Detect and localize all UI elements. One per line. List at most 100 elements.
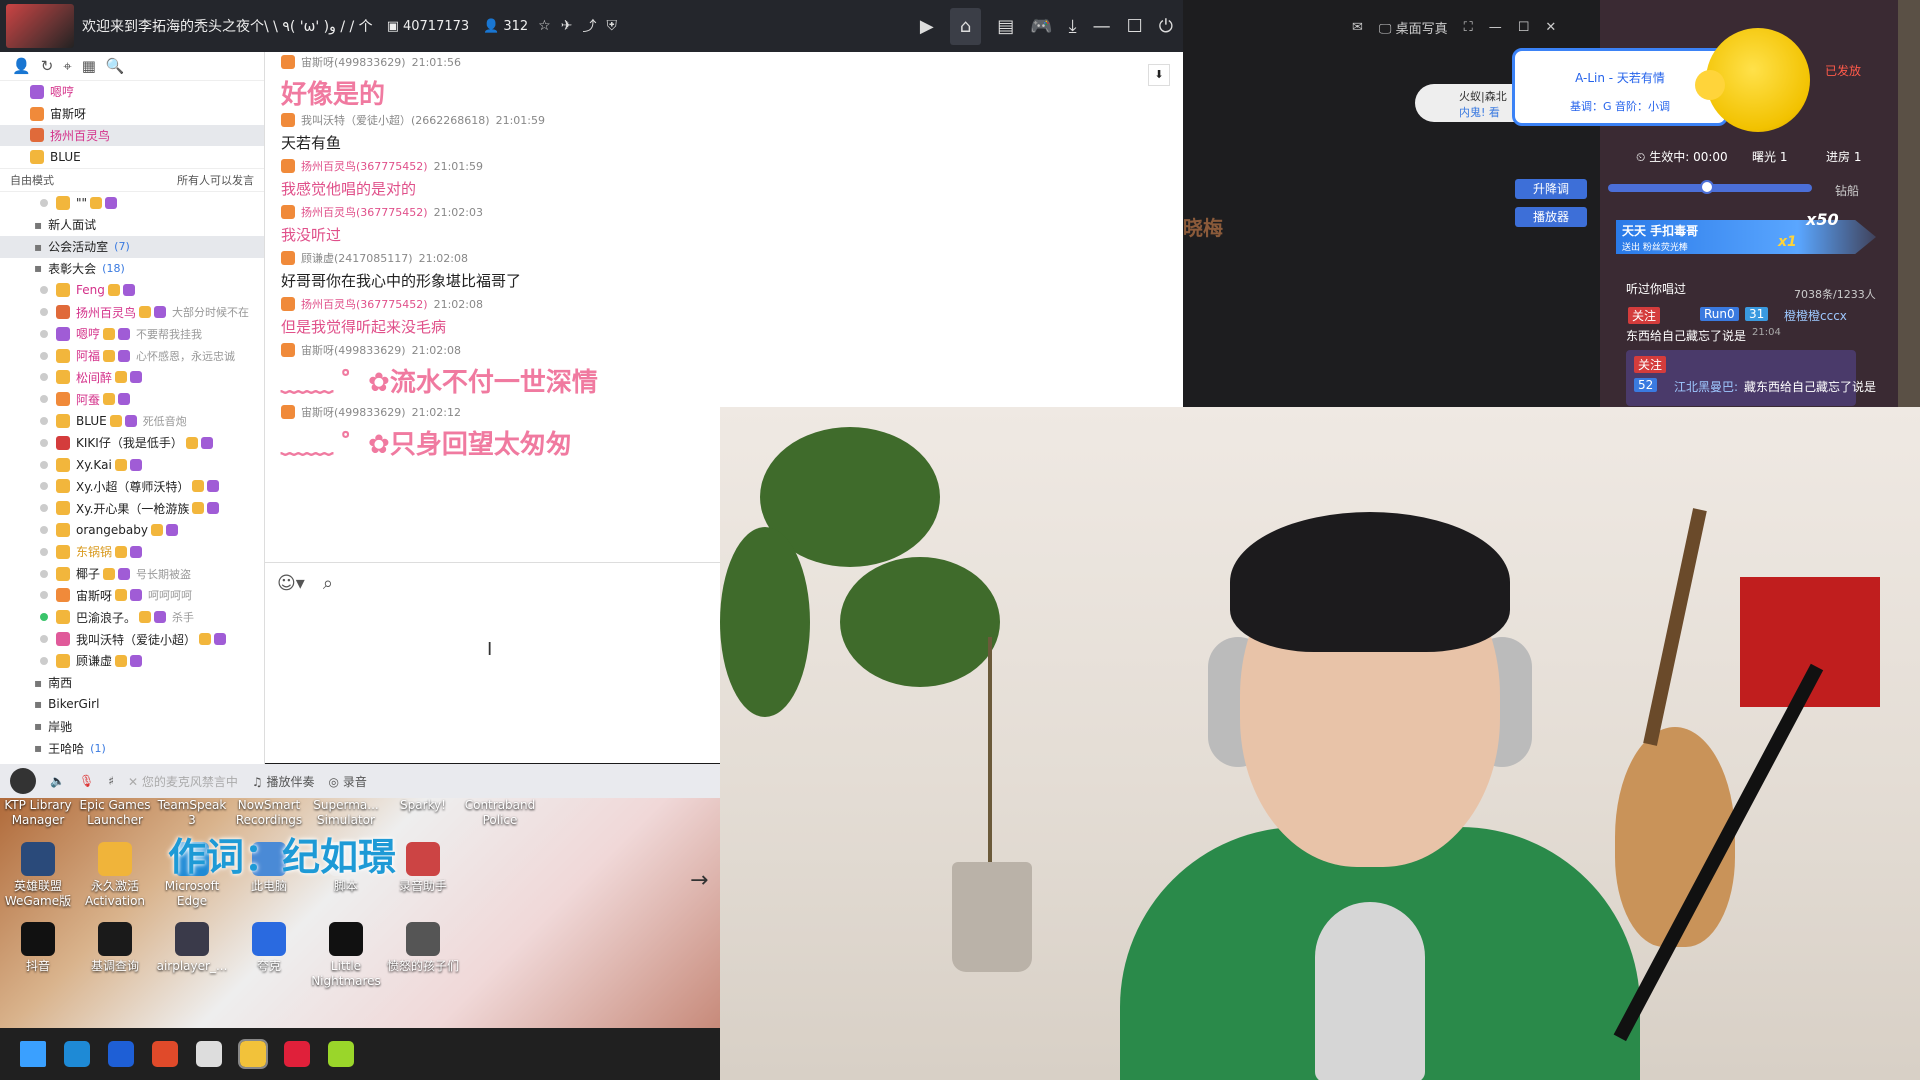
list-item[interactable]: 嗯哼 [0,81,264,103]
list-item[interactable]: ▪ 王哈哈 (1) [0,737,264,759]
taskbar-app-icon[interactable] [284,1041,310,1067]
desktop-shortcut[interactable]: NowSmart Recordings [231,798,307,828]
layout-icon[interactable]: ▤ [997,16,1014,37]
list-item[interactable]: ▪ BikerGirl [0,694,264,716]
power-icon[interactable]: ⏻ [1159,16,1173,37]
taskbar-app-icon[interactable] [238,1039,268,1069]
list-item[interactable]: Feng [0,279,264,301]
desktop-shortcut[interactable]: Contraband Police [462,798,538,828]
list-item[interactable]: BLUE 死低音炮 [0,410,264,432]
desktop-shortcut[interactable]: KTP Library Manager [0,798,76,828]
minimize-icon[interactable]: — [1489,20,1502,35]
mixer-icon[interactable]: ♯ [108,774,114,788]
translate-icon[interactable]: ⌕ [323,573,333,594]
user2-name[interactable]: 江北黑曼巴: [1674,378,1738,395]
video-icon[interactable]: ▶ [920,16,934,37]
desktop-shortcut[interactable]: Sparky! [385,798,461,813]
list-item[interactable]: ▪ 表彰大会 (18) [0,258,264,280]
list-item[interactable]: 松间醉 [0,367,264,389]
desktop-shortcut[interactable]: 英雄联盟WeGame版 [0,842,78,909]
list-item[interactable]: ▪ 公会活动室 (7) [0,235,264,258]
taskbar-app-icon[interactable] [328,1041,354,1067]
room-avatar[interactable] [6,4,74,48]
list-item[interactable]: 东锅锅 [0,541,264,563]
sender-name[interactable]: 扬州百灵鸟(367775452) [301,204,428,220]
maximize-icon[interactable]: ☐ [1127,16,1143,37]
share-icon[interactable]: ⤴ [582,16,596,36]
search-icon[interactable]: 🔍 [106,57,125,75]
taskbar-app-icon[interactable] [152,1041,178,1067]
chat-input-area[interactable]: ☺▾ ⌕ I [265,562,720,763]
taskbar-app-icon[interactable] [108,1041,134,1067]
user-name-1[interactable]: 橙橙橙cccx [1784,307,1847,324]
close-icon[interactable]: ✕ [1545,20,1556,35]
list-item[interactable]: 扬州百灵鸟 [0,124,264,147]
star-icon[interactable]: ☆ [538,18,551,34]
desktop-button[interactable]: 🖵 桌面写真 [1379,18,1448,37]
speaker-icon[interactable]: 🔈 [50,774,65,788]
plane-icon[interactable]: ✈ [561,18,573,34]
pitch-button[interactable]: 升降调 [1515,179,1587,199]
list-item[interactable]: 宙斯呀 [0,103,264,125]
list-item[interactable]: 顾谦虚 [0,650,264,672]
notes-icon[interactable]: ▦ [82,57,96,75]
list-item[interactable]: 宙斯呀 呵呵呵呵 [0,585,264,607]
list-item[interactable]: Xy.开心果（一枪游族 [0,497,264,519]
desktop-shortcut[interactable]: Epic Games Launcher [77,798,153,828]
scroll-bottom-icon[interactable]: ⬇ [1148,64,1170,86]
list-item[interactable]: "" [0,192,264,214]
list-item[interactable]: ▪ 新人面试 [0,214,264,236]
online-count[interactable]: 👤 312 [483,19,528,34]
list-item[interactable]: ▪ 南西 [0,672,264,694]
sender-name[interactable]: 扬州百灵鸟(367775452) [301,296,428,312]
list-item[interactable]: 阿福 心怀感恩，永远忠诚 [0,345,264,367]
mail-icon[interactable]: ✉ [1352,20,1363,35]
sender-name[interactable]: 宙斯呀(499833629) [301,342,406,358]
desktop-shortcut[interactable]: TeamSpeak 3 [154,798,230,828]
location-icon[interactable]: ⌖ [63,57,71,75]
home-icon[interactable]: ⌂ [949,7,982,45]
mode-select[interactable]: 自由模式 [10,172,54,188]
list-item[interactable]: Xy.小超（尊师沃特） [0,476,264,498]
desktop-shortcut[interactable]: Little Nightmares [306,922,386,989]
list-item[interactable]: BLUE [0,146,264,168]
fullscreen-icon[interactable]: ⛶ [1464,20,1473,35]
list-item[interactable]: ▪ 岸驰 [0,715,264,737]
follow-badge-2[interactable]: 关注 [1634,356,1667,373]
shield-icon[interactable]: ⛨ [606,18,617,34]
sender-name[interactable]: 扬州百灵鸟(367775452) [301,158,428,174]
desktop-shortcut[interactable]: 抖音 [0,922,78,974]
minimize-icon[interactable]: — [1093,16,1111,37]
taskbar-app-icon[interactable] [64,1041,90,1067]
list-item[interactable]: 巴渝浪子。 杀手 [0,606,264,628]
download-icon[interactable]: ⤓ [1069,16,1077,37]
desktop-shortcut[interactable]: airplayer_... [152,922,232,974]
follow-badge-1[interactable]: 关注 [1628,307,1661,324]
sender-name[interactable]: 宙斯呀(499833629) [301,54,406,70]
desktop-shortcut[interactable]: 夸克 [229,922,309,974]
sender-name[interactable]: 顾谦虚(2417085117) [301,250,413,266]
taskbar-app-icon[interactable] [196,1041,222,1067]
desktop-shortcut[interactable]: Superma... Simulator [308,798,384,828]
sender-name[interactable]: 宙斯呀(499833629) [301,404,406,420]
mic-muted-icon[interactable]: 🎙 [79,774,94,788]
list-item[interactable]: 我叫沃特（爱徒小超） [0,628,264,650]
user-icon[interactable]: 👤 [12,57,31,75]
desktop-shortcut[interactable]: 基调查询 [75,922,155,974]
list-item[interactable]: 扬州百灵鸟 大部分时候不在 [0,301,264,323]
refresh-icon[interactable]: ↻ [41,57,54,75]
taskbar-app-icon[interactable] [20,1041,46,1067]
self-avatar[interactable] [10,768,36,794]
maximize-icon[interactable]: ☐ [1518,20,1530,35]
list-item[interactable]: orangebaby [0,519,264,541]
sent-label[interactable]: 已发放 [1825,62,1861,79]
emoji-icon[interactable]: ☺▾ [277,573,305,594]
list-item[interactable]: 阿蚕 [0,388,264,410]
list-item[interactable]: KIKI仔（我是低手） [0,432,264,454]
sender-name[interactable]: 我叫沃特（爱徒小超）(2662268618) [301,112,490,128]
accompany-button[interactable]: ♫ 播放伴奏 [252,773,315,790]
desktop-shortcut[interactable]: 永久激活Activation [75,842,155,909]
gamepad-icon[interactable]: 🎮 [1030,16,1052,37]
list-item[interactable]: 嗯哼 不要帮我挂我 [0,323,264,345]
record-button[interactable]: ◎ 录音 [329,773,367,790]
